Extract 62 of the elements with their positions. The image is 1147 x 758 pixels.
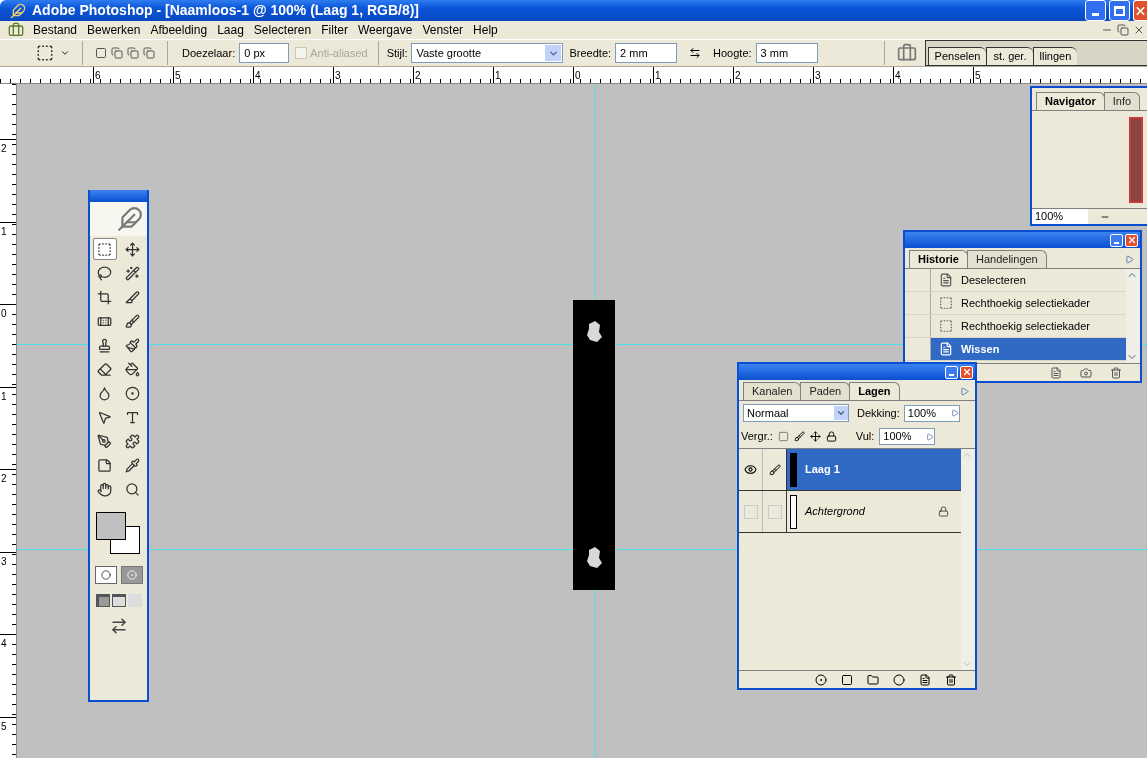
history-item[interactable]: Rechthoekig selectiekader — [931, 315, 1126, 337]
style-dropdown[interactable]: Vaste grootte — [411, 43, 564, 63]
blend-mode-dropdown[interactable]: Normaal — [743, 404, 849, 422]
menu-item[interactable]: Bestand — [28, 21, 83, 39]
menu-item[interactable]: Afbeelding — [145, 21, 213, 39]
history-item[interactable]: Wissen — [931, 338, 1126, 360]
fill-field[interactable]: 100% — [879, 428, 936, 445]
height-field[interactable]: 3 mm — [755, 43, 818, 63]
zoom-field[interactable]: 100% — [1032, 209, 1088, 224]
ruler-number: 1 — [654, 70, 661, 81]
ruler-number: 1 — [494, 70, 501, 81]
width-label: Breedte: — [569, 45, 612, 61]
menu-item[interactable]: Laag — [212, 21, 249, 39]
anti-alias-label: Anti-aliased — [310, 45, 368, 61]
menu-item[interactable]: Help — [468, 21, 503, 39]
panel-tab[interactable]: Navigator — [1036, 92, 1105, 110]
panel-tab[interactable]: Handelingen — [966, 250, 1047, 268]
ruler-number: 1 — [0, 225, 7, 237]
feather-field[interactable]: 0 px — [239, 43, 290, 63]
menu-item[interactable]: Selecteren — [248, 21, 317, 39]
history-item[interactable]: Deselecteren — [931, 269, 1126, 291]
ruler-number: 2 — [0, 143, 7, 154]
panel-tab[interactable]: Paden — [800, 382, 851, 400]
ruler-number: 6 — [94, 70, 101, 81]
palette-tab[interactable]: st. ger. — [986, 47, 1033, 65]
style-label: Stijl: — [386, 45, 408, 61]
ruler-number: 0 — [0, 308, 7, 319]
ruler-number: 4 — [254, 70, 261, 81]
panel-tab[interactable]: Historie — [909, 250, 968, 268]
ruler-number: 5 — [0, 720, 7, 732]
layer-row[interactable]: Achtergrond — [787, 491, 961, 532]
lock-label: Vergr.: — [741, 429, 773, 445]
panel-tab[interactable]: Info — [1103, 92, 1141, 110]
menu-item[interactable]: Weergave — [352, 21, 418, 39]
opacity-field[interactable]: 100% — [903, 404, 960, 422]
ruler-number: 0 — [574, 70, 581, 81]
ruler-number: 5 — [174, 70, 181, 81]
ruler-number: 3 — [814, 70, 821, 81]
ruler-number: 5 — [974, 70, 981, 81]
height-label: Hoogte: — [713, 45, 752, 61]
history-item[interactable]: Rechthoekig selectiekader — [931, 292, 1126, 314]
panel-tab[interactable]: Lagen — [849, 382, 900, 400]
window-title: Adobe Photoshop - [Naamloos-1 @ 100% (Laag 1, RGB/8)] — [32, 1, 421, 20]
width-field[interactable]: 2 mm — [615, 43, 678, 63]
layer-row[interactable]: Laag 1 — [787, 449, 961, 490]
menu-item[interactable]: Bewerken — [82, 21, 146, 39]
opacity-label: Dekking: — [857, 405, 900, 421]
panel-tab[interactable]: Kanalen — [743, 382, 802, 400]
menu-item[interactable]: Venster — [417, 21, 469, 39]
ruler-number: 4 — [894, 70, 901, 81]
ruler-number: 2 — [414, 70, 421, 81]
ruler-number: 1 — [0, 390, 7, 402]
ruler-number: 3 — [334, 70, 341, 81]
ruler-number: 2 — [734, 70, 741, 81]
menu-item[interactable]: Filter — [316, 21, 353, 39]
ruler-number: 3 — [0, 555, 7, 567]
ruler-number: 2 — [0, 473, 7, 484]
fill-label: Vul: — [855, 429, 875, 445]
feather-label: Doezelaar: — [182, 45, 236, 61]
palette-tab[interactable]: Penselen — [927, 47, 987, 65]
palette-tab[interactable]: llingen — [1032, 47, 1078, 65]
ruler-number: 4 — [0, 638, 7, 649]
